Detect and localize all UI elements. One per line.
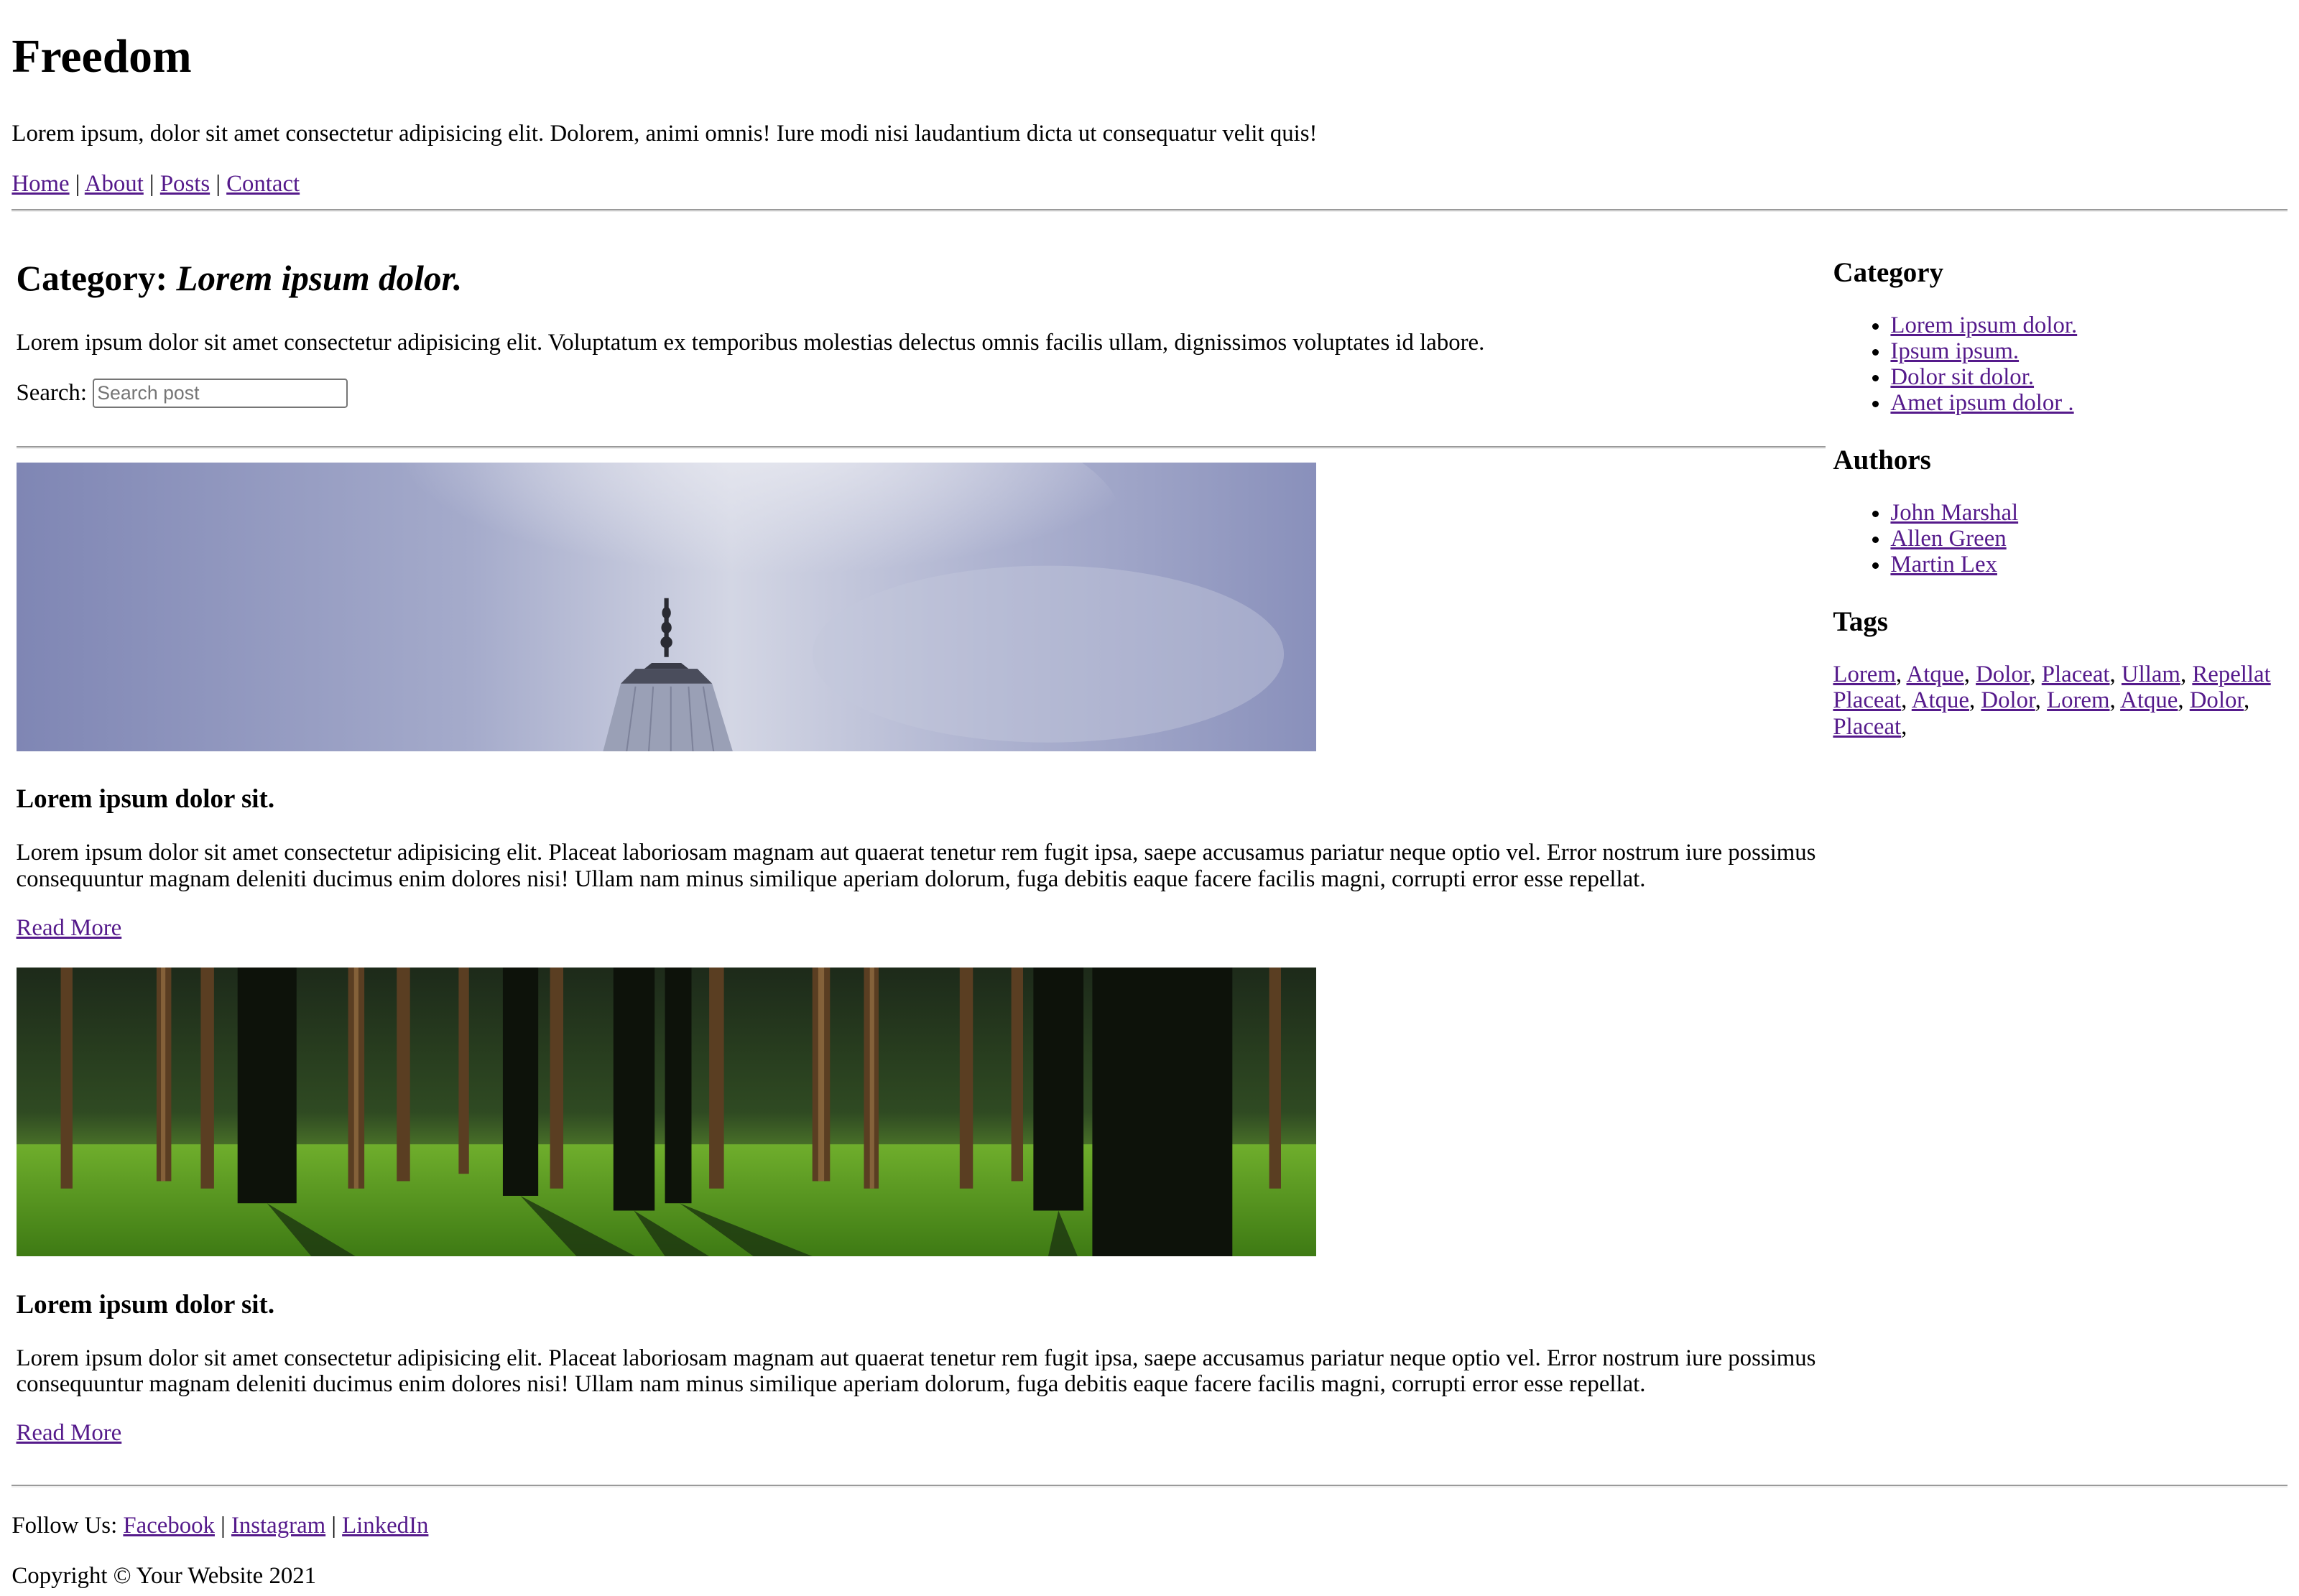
nav-separator: | [221, 1513, 226, 1539]
list-item: Ipsum ipsum. [1890, 338, 2287, 364]
nav-separator: | [331, 1513, 336, 1539]
sidebar: Category Lorem ipsum dolor. Ipsum ipsum.… [1826, 212, 2287, 1447]
site-title: Freedom [11, 31, 192, 83]
post-title: Lorem ipsum dolor sit. [16, 1289, 275, 1319]
category-prefix: Category: [16, 258, 168, 298]
tag-link[interactable]: Dolor [1976, 662, 2030, 687]
nav-link-contact[interactable]: Contact [226, 171, 300, 197]
content-layout: Category: Lorem ipsum dolor. Lorem ipsum… [11, 212, 2287, 1447]
post-card: Lorem ipsum dolor sit. Lorem ipsum dolor… [17, 968, 1826, 1447]
list-item: John Marshal [1890, 500, 2287, 526]
tag-link[interactable]: Placeat [2042, 662, 2110, 687]
post-image-forest [16, 968, 1316, 1257]
nav-link-about[interactable]: About [85, 171, 144, 197]
list-item: Amet ipsum dolor . [1890, 390, 2287, 416]
list-item: Dolor sit dolor. [1890, 364, 2287, 390]
follow-label: Follow Us: [11, 1513, 118, 1539]
category-description: Lorem ipsum dolor sit amet consectetur a… [16, 330, 1485, 356]
tag-link[interactable]: Dolor [2190, 687, 2244, 713]
sidebar-category-heading: Category [1833, 256, 1944, 288]
list-item: Martin Lex [1890, 552, 2287, 577]
city-tower-image [16, 462, 1316, 751]
nav-separator: | [149, 170, 154, 197]
author-link[interactable]: John Marshal [1890, 500, 2018, 526]
nav-link-posts[interactable]: Posts [160, 171, 210, 197]
author-link[interactable]: Martin Lex [1890, 552, 1997, 577]
tag-cloud: Lorem, Atque, Dolor, Placeat, Ullam, Rep… [1833, 662, 2271, 740]
main-nav: Home | About | Posts | Contact [11, 171, 2287, 198]
search-form: Search: [17, 379, 1826, 408]
tag-link[interactable]: Atque [1907, 662, 1964, 687]
social-link-instagram[interactable]: Instagram [231, 1513, 325, 1539]
category-link[interactable]: Lorem ipsum dolor. [1890, 312, 2077, 338]
nav-separator: | [216, 170, 221, 197]
site-tagline: Lorem ipsum, dolor sit amet consectetur … [11, 121, 1318, 147]
sidebar-authors-heading: Authors [1833, 445, 1931, 476]
tag-link[interactable]: Placeat [1833, 714, 1901, 740]
tag-link[interactable]: Lorem [2047, 687, 2109, 713]
read-more-link[interactable]: Read More [17, 1420, 1826, 1447]
author-link[interactable]: Allen Green [1890, 526, 2006, 552]
search-label: Search: [16, 380, 87, 407]
page-wrapper: Freedom Lorem ipsum, dolor sit amet cons… [0, 0, 2299, 1590]
tag-link[interactable]: Dolor [1981, 687, 2035, 713]
copyright: Copyright © Your Website 2021 [11, 1562, 317, 1589]
list-item: Allen Green [1890, 526, 2287, 552]
social-link-linkedin[interactable]: LinkedIn [342, 1513, 428, 1539]
tag-link[interactable]: Repellat [2192, 662, 2270, 687]
post-card: Lorem ipsum dolor sit. Lorem ipsum dolor… [16, 462, 1826, 942]
read-more-link[interactable]: Read More [17, 915, 1826, 942]
nav-separator: | [75, 170, 80, 197]
tag-link[interactable]: Lorem [1833, 662, 1895, 687]
category-link[interactable]: Dolor sit dolor. [1890, 364, 2034, 390]
site-footer: Follow Us: Facebook | Instagram | Linked… [11, 1513, 2287, 1590]
social-link-facebook[interactable]: Facebook [123, 1513, 215, 1539]
forest-image [16, 968, 1316, 1257]
post-excerpt: Lorem ipsum dolor sit amet consectetur a… [16, 839, 1816, 892]
follow-us: Follow Us: Facebook | Instagram | Linked… [11, 1513, 2287, 1539]
nav-link-home[interactable]: Home [11, 171, 69, 197]
post-image-city-tower [16, 462, 1316, 751]
category-list: Lorem ipsum dolor. Ipsum ipsum. Dolor si… [1833, 312, 2287, 416]
main-content: Category: Lorem ipsum dolor. Lorem ipsum… [11, 212, 1826, 1447]
content-divider [16, 446, 1826, 450]
category-link[interactable]: Amet ipsum dolor . [1890, 390, 2073, 416]
tag-link[interactable]: Atque [1912, 687, 1969, 713]
tag-link[interactable]: Placeat [1833, 687, 1901, 713]
footer-divider [11, 1485, 2288, 1488]
tag-link[interactable]: Ullam [2122, 662, 2180, 687]
tag-link[interactable]: Atque [2120, 687, 2178, 713]
post-excerpt: Lorem ipsum dolor sit amet consectetur a… [16, 1345, 1816, 1398]
site-header: Freedom Lorem ipsum, dolor sit amet cons… [11, 0, 2287, 198]
post-title: Lorem ipsum dolor sit. [16, 784, 275, 813]
page: Freedom Lorem ipsum, dolor sit amet cons… [0, 0, 2299, 1590]
category-link[interactable]: Ipsum ipsum. [1890, 338, 2019, 364]
sidebar-tags-heading: Tags [1833, 606, 1888, 638]
list-item: Lorem ipsum dolor. [1890, 312, 2287, 338]
category-name: Lorem ipsum dolor. [176, 258, 463, 298]
search-input[interactable] [93, 379, 348, 408]
author-list: John Marshal Allen Green Martin Lex [1833, 500, 2287, 577]
category-heading: Category: Lorem ipsum dolor. [17, 212, 1826, 299]
